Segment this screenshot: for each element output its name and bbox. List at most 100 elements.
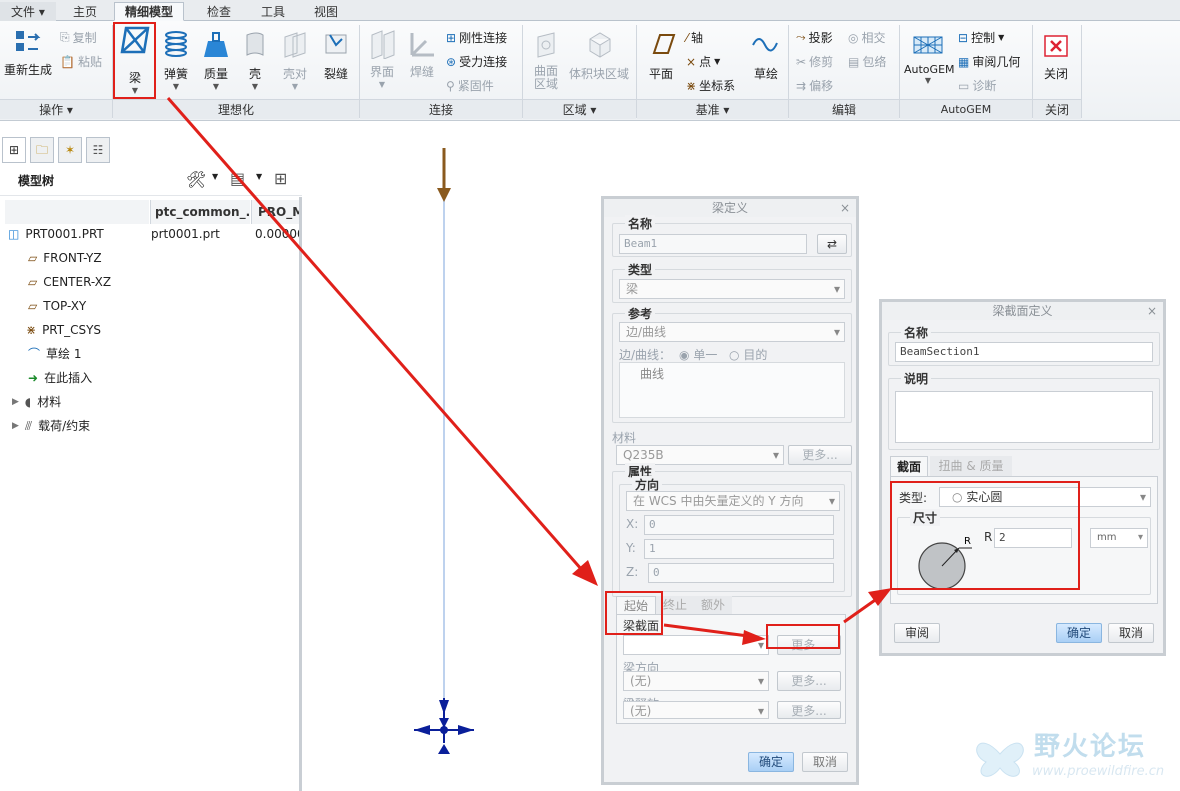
intersect-button[interactable]: ◎ 相交 [848,29,886,46]
fastener-button[interactable]: ⚲ 紧固件 [446,77,494,94]
datum-point-button[interactable]: × 点 ▼ [686,53,720,70]
ok-button[interactable]: 确定 [1056,623,1102,643]
z-input[interactable]: 0 [648,563,834,583]
tab-tools[interactable]: 工具 [250,2,296,21]
ok-button[interactable]: 确定 [748,752,794,772]
watermark: 野火论坛 www.proewildfire.cn [968,722,1178,788]
rename-icon[interactable]: ⇄ [817,234,847,254]
tab-home[interactable]: 主页 [62,2,108,21]
cancel-button[interactable]: 取消 [1108,623,1154,643]
review-geometry-button[interactable]: ▦ 审阅几何 [958,53,1020,70]
tree-item-loads[interactable]: ▶ ⫻ 载荷/约束 [12,414,90,438]
beam-release-more-button[interactable]: 更多... [777,701,841,719]
beam-release-select[interactable]: (无) [623,701,769,720]
paste-button[interactable]: 📋 粘贴 [60,53,102,70]
beam-orientation-more-button[interactable]: 更多... [777,671,841,691]
description-textarea[interactable] [895,391,1153,443]
sketch-icon [752,38,778,52]
cancel-button[interactable]: 取消 [802,752,848,772]
crack-button[interactable]: 裂缝 [318,29,354,82]
interface-button[interactable]: 界面 ▼ [364,29,400,89]
layers-tab[interactable]: ☷ [86,137,110,163]
model-tree-tab[interactable]: ⊞ [2,137,26,163]
beam-section-select[interactable] [623,635,769,655]
review-button[interactable]: 审阅 [894,623,940,643]
beam-name-input[interactable]: Beam1 [619,234,807,254]
x-label: X: [626,517,639,531]
tree-column-name [5,200,149,224]
reference-collector[interactable]: 曲线 [619,362,845,418]
wrap-button[interactable]: ▤ 包络 [848,53,886,70]
trim-button[interactable]: ✂ 修剪 [796,53,833,70]
tab-file[interactable]: 文件 ▾ [0,2,56,21]
regenerate-button[interactable]: 重新生成 [2,27,54,77]
direction-select[interactable]: 在 WCS 中由矢量定义的 Y 方向 [626,491,840,511]
weighted-link-button[interactable]: ⊛ 受力连接 [446,53,507,70]
radio-target[interactable]: ○ 目的 [729,346,767,363]
sketch-button[interactable]: 草绘 [748,29,784,82]
radio-single[interactable]: ◉ 单一 [679,346,717,363]
tab-twist-mass[interactable]: 扭曲 & 质量 [930,456,1012,476]
tree-column-common[interactable]: ptc_common_... [150,200,259,224]
y-input[interactable]: 1 [644,539,834,559]
shell-pair-button[interactable]: 壳对 ▼ [278,29,312,91]
beam-section-dialog: 梁截面定义 × 名称 BeamSection1 说明 截面 扭曲 & 质量 类型:… [879,299,1166,656]
group-operations-label[interactable]: 操作 ▾ [0,99,112,119]
dropdown-arrow-icon[interactable]: ▼ [256,172,262,181]
material-select[interactable]: Q235B [616,445,784,465]
filter-icon[interactable]: ⊞ [274,169,287,188]
shell-button[interactable]: 壳 ▼ [240,29,270,91]
autogem-button[interactable]: AutoGEM ▼ [904,29,955,85]
rigid-link-button[interactable]: ⊞ 刚性连接 [446,29,507,46]
diagnose-button[interactable]: ▭ 诊断 [958,77,996,94]
close-icon[interactable]: × [840,199,850,217]
tree-icon: ⊞ [8,143,20,157]
unit-select[interactable]: mm [1090,528,1148,548]
copy-button[interactable]: ⎘ 复制 [60,29,97,46]
tab-extra[interactable]: 额外 [694,596,732,614]
tree-item-front[interactable]: ▱ FRONT-YZ [28,246,102,270]
group-regions-label[interactable]: 区域 ▾ [523,99,636,119]
weld-button[interactable]: 焊缝 [404,29,440,80]
show-icon[interactable]: ▤ [230,169,245,188]
highlight-more-button [766,624,840,649]
tree-item-center[interactable]: ▱ CENTER-XZ [28,270,111,294]
tab-refine-model[interactable]: 精细模型 [114,2,185,21]
tree-item-top[interactable]: ▱ TOP-XY [28,294,86,318]
datum-csys-button[interactable]: ⋇ 坐标系 [686,77,735,94]
tab-view[interactable]: 视图 [303,2,349,21]
tree-item-part[interactable]: ◫ PRT0001.PRT [8,222,104,246]
surface-region-button[interactable]: 曲面区域 [528,29,564,91]
project-button[interactable]: ⤳ 投影 [796,29,833,46]
datum-axis-button[interactable]: ⁄ 轴 [686,29,703,46]
settings-icon[interactable]: 🛠 [186,170,206,189]
mass-button[interactable]: 质量 ▼ [200,29,232,91]
autogem-control-button[interactable]: ⊟ 控制 ▼ [958,29,1004,46]
tree-item-sketch[interactable]: ⌒ 草绘 1 [28,342,81,366]
tab-section[interactable]: 截面 [890,456,928,476]
material-more-button[interactable]: 更多... [788,445,852,465]
tree-item-material[interactable]: ▶ ◖ 材料 [12,390,61,414]
x-input[interactable]: 0 [644,515,834,535]
folder-tab[interactable]: 🗀 [30,137,54,163]
tab-inspect[interactable]: 检查 [196,2,242,21]
references-select[interactable]: 边/曲线 [619,322,845,342]
tree-item-csys[interactable]: ⋇ PRT_CSYS [26,318,101,342]
csys-marker-icon[interactable] [414,698,474,754]
group-datum-label[interactable]: 基准 ▾ [637,99,788,119]
close-button[interactable]: 关闭 [1038,35,1074,82]
dropdown-arrow-icon[interactable]: ▼ [212,172,218,181]
beam-orientation-select[interactable]: (无) [623,671,769,691]
volume-region-button[interactable]: 体积块区域 [566,29,632,82]
dropdown-arrow-icon: ▼ [212,82,220,91]
offset-button[interactable]: ⇉ 偏移 [796,77,833,94]
favorites-tab[interactable]: ✶ [58,137,82,163]
tree-column-pro-m[interactable]: PRO_M [251,200,299,224]
beam-type-select[interactable]: 梁 [619,279,845,299]
spring-button[interactable]: 弹簧 ▼ [160,29,192,91]
dialog-title: 梁截面定义 × [882,302,1163,320]
datum-plane-button[interactable]: 平面 [642,29,680,82]
close-icon[interactable]: × [1147,302,1157,320]
section-name-input[interactable]: BeamSection1 [895,342,1153,362]
tree-item-insert-here[interactable]: ➜ 在此插入 [28,366,92,390]
